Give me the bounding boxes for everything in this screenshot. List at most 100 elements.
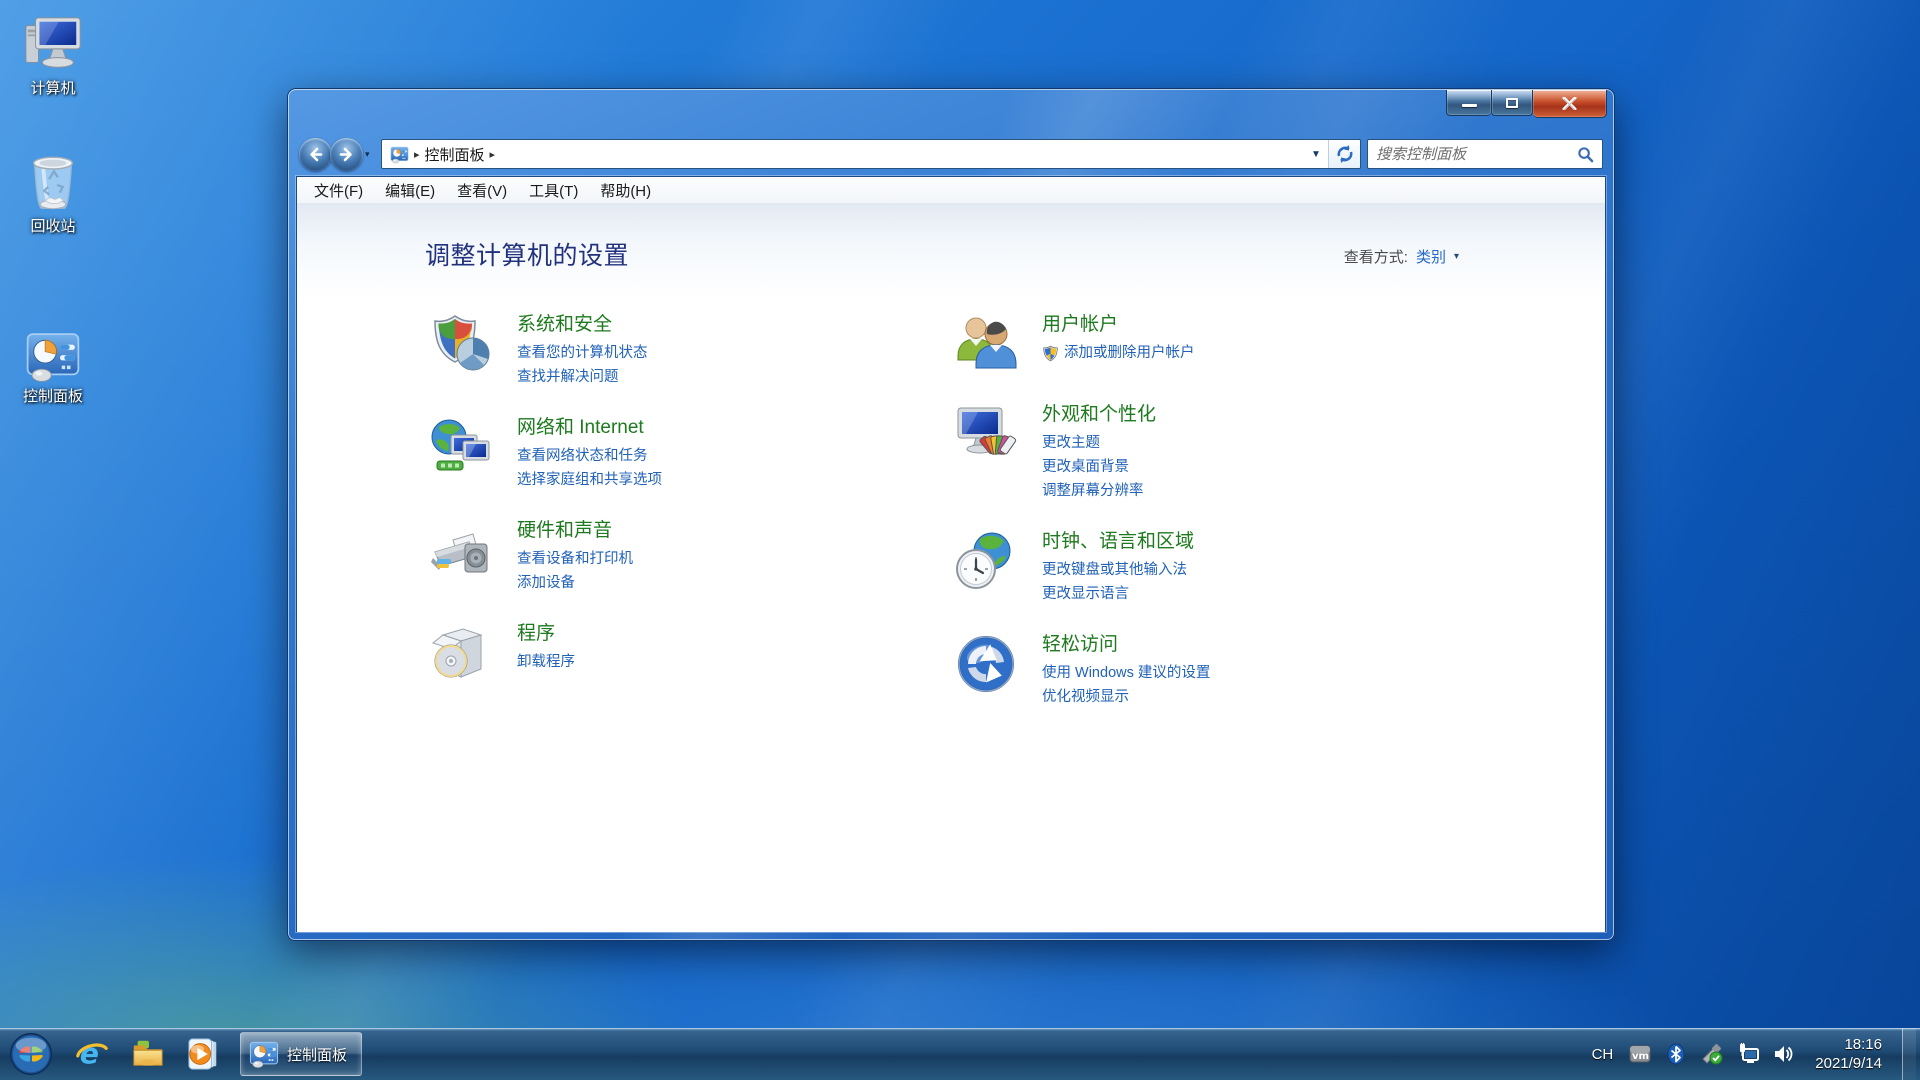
- menu-bar: 文件(F) 编辑(E) 查看(V) 工具(T) 帮助(H): [297, 177, 1605, 204]
- start-button[interactable]: [6, 1029, 56, 1079]
- programs-icon[interactable]: [429, 621, 493, 685]
- volume-icon[interactable]: [1773, 1043, 1795, 1065]
- category-title-user-accounts[interactable]: 用户帐户: [1042, 312, 1195, 338]
- menu-help[interactable]: 帮助(H): [591, 178, 660, 203]
- desktop-icon-label: 回收站: [30, 218, 76, 235]
- back-arrow-icon: [310, 147, 323, 161]
- link-uninstall-program[interactable]: 卸载程序: [517, 650, 575, 674]
- close-button[interactable]: [1533, 90, 1607, 118]
- taskbar-windows-explorer[interactable]: [122, 1032, 174, 1076]
- network-internet-icon[interactable]: [429, 415, 493, 479]
- recycle-bin-icon: [32, 156, 74, 210]
- menu-file[interactable]: 文件(F): [305, 178, 372, 203]
- link-adjust-screen-resolution[interactable]: 调整屏幕分辨率: [1042, 479, 1156, 503]
- address-bar: ▸ 控制面板 ▸ ▼: [381, 139, 1361, 169]
- category-programs: 程序 卸载程序: [429, 621, 949, 685]
- input-language-indicator[interactable]: CH: [1590, 1046, 1616, 1063]
- category-title-clock-language[interactable]: 时钟、语言和区域: [1042, 529, 1194, 555]
- category-title-system-security[interactable]: 系统和安全: [517, 312, 648, 338]
- clock-language-region-icon[interactable]: [954, 529, 1018, 593]
- link-optimize-visual-display[interactable]: 优化视频显示: [1042, 685, 1210, 709]
- minimize-button[interactable]: [1446, 90, 1491, 116]
- window-controls: [1446, 90, 1607, 118]
- folder-icon: [133, 1040, 163, 1066]
- desktop-icon-recycle-bin[interactable]: 回收站: [3, 152, 103, 235]
- desktop-icon-computer[interactable]: 计算机: [3, 14, 103, 97]
- link-view-computer-status[interactable]: 查看您的计算机状态: [517, 341, 648, 365]
- network-icon[interactable]: [1737, 1043, 1760, 1065]
- windows-logo-icon: [9, 1032, 53, 1076]
- category-column-left: 系统和安全 查看您的计算机状态 查找并解决问题 网络和 Internet 查看网…: [429, 312, 949, 711]
- menu-tools[interactable]: 工具(T): [520, 178, 587, 203]
- maximize-icon: [1506, 97, 1518, 108]
- hardware-sound-icon[interactable]: [429, 518, 493, 582]
- category-title-appearance[interactable]: 外观和个性化: [1042, 402, 1156, 428]
- link-add-remove-user-accounts[interactable]: 添加或删除用户帐户: [1042, 341, 1195, 365]
- address-dropdown-button[interactable]: ▼: [1304, 140, 1328, 168]
- ease-of-access-icon[interactable]: [954, 632, 1018, 696]
- computer-icon: [25, 17, 81, 68]
- system-security-icon[interactable]: [429, 312, 493, 376]
- control-panel-window: ▾ ▸ 控制面板 ▸ ▼ 搜索控制面板 文件(F) 编辑(E) 查看(V) 工具…: [288, 89, 1614, 940]
- search-icon[interactable]: [1577, 146, 1594, 163]
- category-title-network-internet[interactable]: 网络和 Internet: [517, 415, 662, 441]
- maximize-button[interactable]: [1491, 90, 1533, 116]
- back-button[interactable]: [299, 137, 332, 171]
- category-hardware-sound: 硬件和声音 查看设备和打印机 添加设备: [429, 518, 949, 595]
- refresh-button[interactable]: [1328, 140, 1360, 168]
- link-homegroup-sharing[interactable]: 选择家庭组和共享选项: [517, 468, 662, 492]
- view-by-control: 查看方式: 类别 ▾: [1344, 246, 1459, 267]
- taskbar-task-control-panel[interactable]: 控制面板: [240, 1032, 363, 1076]
- show-desktop-button[interactable]: [1902, 1028, 1916, 1080]
- view-by-dropdown-icon[interactable]: ▾: [1454, 251, 1459, 262]
- breadcrumb-arrow-icon[interactable]: ▸: [414, 148, 420, 161]
- vmware-tools-icon[interactable]: vm: [1629, 1043, 1651, 1065]
- link-add-device[interactable]: 添加设备: [517, 571, 633, 595]
- svg-text:vm: vm: [1632, 1051, 1649, 1062]
- desktop-icon-control-panel[interactable]: 控制面板: [3, 328, 103, 405]
- link-change-desktop-background[interactable]: 更改桌面背景: [1042, 455, 1156, 479]
- link-find-fix-problems[interactable]: 查找并解决问题: [517, 365, 648, 389]
- link-change-theme[interactable]: 更改主题: [1042, 431, 1156, 455]
- link-view-devices-printers[interactable]: 查看设备和打印机: [517, 547, 633, 571]
- link-text: 添加或删除用户帐户: [1064, 345, 1195, 361]
- control-panel-icon: [390, 145, 409, 164]
- category-title-programs[interactable]: 程序: [517, 621, 575, 647]
- category-user-accounts: 用户帐户 添加或删除用户帐户: [954, 312, 1474, 376]
- bluetooth-icon[interactable]: [1665, 1043, 1687, 1065]
- breadcrumb-item-control-panel[interactable]: 控制面板: [425, 144, 485, 165]
- search-box: [1367, 139, 1603, 169]
- tray-date: 2021/9/14: [1815, 1055, 1882, 1072]
- category-title-hardware-sound[interactable]: 硬件和声音: [517, 518, 633, 544]
- view-by-value-link[interactable]: 类别: [1416, 246, 1446, 267]
- forward-arrow-icon: [339, 147, 352, 161]
- link-view-network-status[interactable]: 查看网络状态和任务: [517, 444, 662, 468]
- history-dropdown-button[interactable]: ▾: [365, 149, 375, 160]
- category-title-ease-of-access[interactable]: 轻松访问: [1042, 632, 1210, 658]
- menu-edit[interactable]: 编辑(E): [376, 178, 444, 203]
- control-panel-icon: [25, 328, 81, 384]
- close-icon: [1562, 97, 1577, 110]
- taskbar-media-player[interactable]: [178, 1032, 230, 1076]
- appearance-personalization-icon[interactable]: [954, 402, 1018, 466]
- control-panel-icon: [249, 1039, 279, 1069]
- forward-button[interactable]: [330, 137, 363, 171]
- taskbar-internet-explorer[interactable]: e: [66, 1032, 118, 1076]
- link-suggested-settings[interactable]: 使用 Windows 建议的设置: [1042, 661, 1210, 685]
- menu-view[interactable]: 查看(V): [448, 178, 516, 203]
- category-clock-language-region: 时钟、语言和区域 更改键盘或其他输入法 更改显示语言: [954, 529, 1474, 606]
- usb-device-icon[interactable]: [1701, 1043, 1723, 1065]
- svg-text:e: e: [80, 1037, 99, 1070]
- uac-shield-icon: [1043, 345, 1058, 361]
- breadcrumb-arrow-icon[interactable]: ▸: [490, 148, 496, 161]
- link-change-display-language[interactable]: 更改显示语言: [1042, 582, 1194, 606]
- search-input[interactable]: [1376, 145, 1577, 163]
- link-change-keyboard-input[interactable]: 更改键盘或其他输入法: [1042, 558, 1194, 582]
- desktop-icon-label: 计算机: [30, 80, 76, 97]
- control-panel-content: 调整计算机的设置 查看方式: 类别 ▾ 系统和安全 查看您的计算机状态 查找并解…: [297, 204, 1605, 932]
- clock[interactable]: 18:16 2021/9/14: [1809, 1035, 1888, 1074]
- tray-time: 18:16: [1844, 1035, 1882, 1053]
- user-accounts-icon[interactable]: [954, 312, 1018, 376]
- category-ease-of-access: 轻松访问 使用 Windows 建议的设置 优化视频显示: [954, 632, 1474, 709]
- desktop-wallpaper: 计算机 回收站 控制面板 ▾ ▸ 控制面板 ▸ ▼ 搜索控制面板 文件(F) 编…: [0, 0, 1920, 1080]
